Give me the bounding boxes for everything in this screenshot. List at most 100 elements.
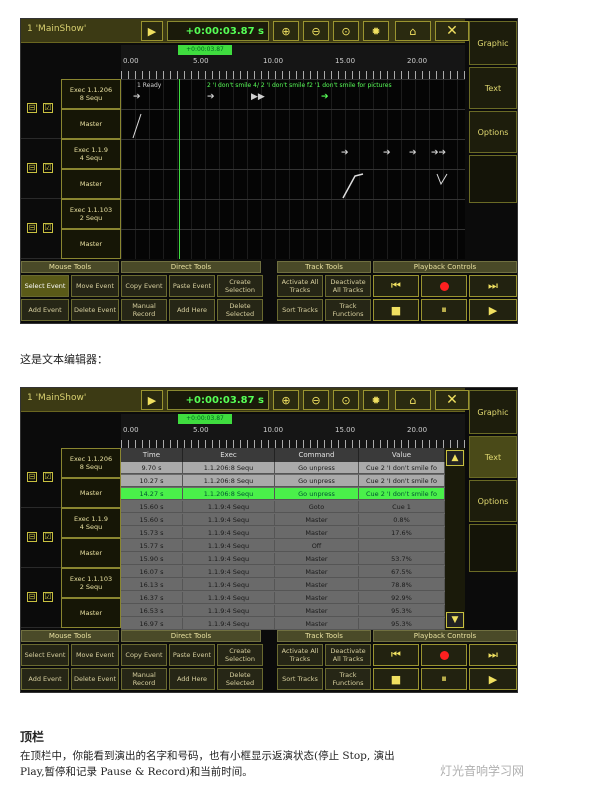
cell-command[interactable]: Master <box>275 514 359 526</box>
cell-value[interactable]: 95.3% <box>359 618 445 630</box>
cell-time[interactable]: 15.90 s <box>121 553 183 565</box>
select-event-button[interactable]: Select Event <box>21 275 69 297</box>
table-row[interactable]: 9.70 s 1.1.206:8 Sequ Go unpress Cue 2 'I d… <box>121 462 445 474</box>
cell-value[interactable]: Cue 1 <box>359 501 445 513</box>
collapse-icon[interactable]: ⊟ <box>27 532 37 542</box>
stop-icon[interactable]: ■ <box>373 668 419 690</box>
record-button[interactable] <box>421 275 467 297</box>
add-here-button[interactable]: Add Here <box>169 299 215 321</box>
event-arrow-icon[interactable]: ➔ <box>409 148 417 158</box>
cell-time[interactable]: 15.60 s <box>121 501 183 513</box>
collapse-icon[interactable]: ⊟ <box>27 103 37 113</box>
cell-command[interactable]: Master <box>275 618 359 630</box>
cell-time[interactable]: 15.60 s <box>121 514 183 526</box>
cell-command[interactable]: Master <box>275 566 359 578</box>
table-row[interactable]: 15.73 s 1.1.9:4 Sequ Master 17.6% <box>121 527 445 539</box>
add-here-button[interactable]: Add Here <box>169 668 215 690</box>
play-icon[interactable]: ▶ <box>469 299 517 321</box>
table-row[interactable]: 16.53 s 1.1.9:4 Sequ Master 95.3% <box>121 605 445 617</box>
time-ruler[interactable]: +0:00:03.87 0.00 5.00 10.00 15.00 20.00 <box>121 45 465 79</box>
event-lane[interactable]: ➔ ➔ ➔ ➔➔ <box>121 139 465 169</box>
cell-exec[interactable]: 1.1.9:4 Sequ <box>183 566 275 578</box>
table-row[interactable]: 15.60 s 1.1.9:4 Sequ Goto Cue 1 <box>121 501 445 513</box>
table-row[interactable]: 16.13 s 1.1.9:4 Sequ Master 78.8% <box>121 579 445 591</box>
cell-value[interactable]: Cue 2 'I don't smile fo <box>359 475 445 487</box>
cell-value[interactable]: 92.9% <box>359 592 445 604</box>
exec-label[interactable]: Exec 1.1.206 8 Sequ <box>61 448 121 478</box>
add-event-button[interactable]: Add Event <box>21 668 69 690</box>
play-status-icon[interactable]: ▶ <box>141 390 163 410</box>
cell-exec[interactable]: 1.1.9:4 Sequ <box>183 527 275 539</box>
cell-exec[interactable]: 1.1.9:4 Sequ <box>183 579 275 591</box>
sort-tracks-button[interactable]: Sort Tracks <box>277 299 323 321</box>
track-enable-checkbox[interactable]: ☑ <box>43 163 53 173</box>
zoom-fit-icon[interactable]: ⊙ <box>333 390 359 410</box>
stop-icon[interactable]: ■ <box>373 299 419 321</box>
event-arrow-icon[interactable]: ➔ <box>321 92 329 102</box>
table-scrollbar[interactable]: ▲ ▼ <box>445 448 465 630</box>
create-selection-button[interactable]: Create Selection <box>217 644 263 666</box>
cell-value[interactable]: 53.7% <box>359 553 445 565</box>
exec-label[interactable]: Exec 1.1.103 2 Sequ <box>61 199 121 229</box>
track-enable-checkbox[interactable]: ☑ <box>43 592 53 602</box>
master-label[interactable]: Master <box>61 109 121 139</box>
delete-selected-button[interactable]: Delete Selected <box>217 299 263 321</box>
scroll-down-icon[interactable]: ▼ <box>446 612 464 628</box>
master-label[interactable]: Master <box>61 478 121 508</box>
event-arrow-icon[interactable]: ➔ <box>207 92 215 102</box>
event-arrow-icon[interactable]: ➔➔ <box>431 148 446 158</box>
delete-selected-button[interactable]: Delete Selected <box>217 668 263 690</box>
event-arrow-icon[interactable]: ➔ <box>341 148 349 158</box>
activate-all-tracks-button[interactable]: Activate All Tracks <box>277 644 323 666</box>
cell-command[interactable]: Goto <box>275 501 359 513</box>
master-label[interactable]: Master <box>61 229 121 259</box>
exec-label[interactable]: Exec 1.1.9 4 Sequ <box>61 508 121 538</box>
track-enable-checkbox[interactable]: ☑ <box>43 103 53 113</box>
cell-exec[interactable]: 1.1.206:8 Sequ <box>183 488 275 500</box>
deactivate-all-tracks-button[interactable]: Deactivate All Tracks <box>325 644 371 666</box>
cell-time[interactable]: 10.27 s <box>121 475 183 487</box>
pause-icon[interactable]: ⏸ <box>421 668 467 690</box>
cell-time[interactable]: 15.73 s <box>121 527 183 539</box>
store-icon[interactable]: ⌂ <box>395 390 431 410</box>
move-event-button[interactable]: Move Event <box>71 644 119 666</box>
cell-command[interactable]: Master <box>275 605 359 617</box>
close-icon[interactable]: ✕ <box>435 21 469 41</box>
cell-exec[interactable]: 1.1.206:8 Sequ <box>183 462 275 474</box>
tab-graphic[interactable]: Graphic <box>469 390 517 434</box>
cell-command[interactable]: Master <box>275 592 359 604</box>
tab-options[interactable]: Options <box>469 111 517 153</box>
event-lane[interactable]: 1 Ready 2 'I don't smile 4/ 2 'I don't s… <box>121 79 465 109</box>
table-row[interactable]: 16.37 s 1.1.9:4 Sequ Master 92.9% <box>121 592 445 604</box>
cell-command[interactable]: Master <box>275 527 359 539</box>
record-button[interactable] <box>421 644 467 666</box>
zoom-out-icon[interactable]: ⊖ <box>303 21 329 41</box>
cell-exec[interactable]: 1.1.9:4 Sequ <box>183 514 275 526</box>
prev-icon[interactable]: ⏮ <box>373 275 419 297</box>
add-event-button[interactable]: Add Event <box>21 299 69 321</box>
cell-time[interactable]: 14.27 s <box>121 488 183 500</box>
tab-text[interactable]: Text <box>469 67 517 109</box>
event-arrow-icon[interactable]: ➔ <box>133 92 141 102</box>
sort-tracks-button[interactable]: Sort Tracks <box>277 668 323 690</box>
zoom-fit-icon[interactable]: ⊙ <box>333 21 359 41</box>
cell-time[interactable]: 15.77 s <box>121 540 183 552</box>
column-header-command[interactable]: Command <box>275 448 359 462</box>
delete-event-button[interactable]: Delete Event <box>71 299 119 321</box>
play-icon[interactable]: ▶ <box>469 668 517 690</box>
column-header-time[interactable]: Time <box>121 448 183 462</box>
activate-all-tracks-button[interactable]: Activate All Tracks <box>277 275 323 297</box>
cell-time[interactable]: 16.97 s <box>121 618 183 630</box>
table-row[interactable]: 15.90 s 1.1.9:4 Sequ Master 53.7% <box>121 553 445 565</box>
collapse-icon[interactable]: ⊟ <box>27 163 37 173</box>
table-row[interactable]: 14.27 s 1.1.206:8 Sequ Go unpress Cue 2 'I … <box>121 488 445 500</box>
cell-time[interactable]: 16.37 s <box>121 592 183 604</box>
cell-value[interactable]: 17.6% <box>359 527 445 539</box>
play-status-icon[interactable]: ▶ <box>141 21 163 41</box>
exec-label[interactable]: Exec 1.1.9 4 Sequ <box>61 139 121 169</box>
table-row[interactable]: 16.97 s 1.1.9:4 Sequ Master 95.3% <box>121 618 445 630</box>
master-lane[interactable] <box>121 229 465 259</box>
cell-value[interactable]: Cue 2 'I don't smile fo <box>359 488 445 500</box>
next-icon[interactable]: ⏭ <box>469 275 517 297</box>
cell-value[interactable]: 78.8% <box>359 579 445 591</box>
